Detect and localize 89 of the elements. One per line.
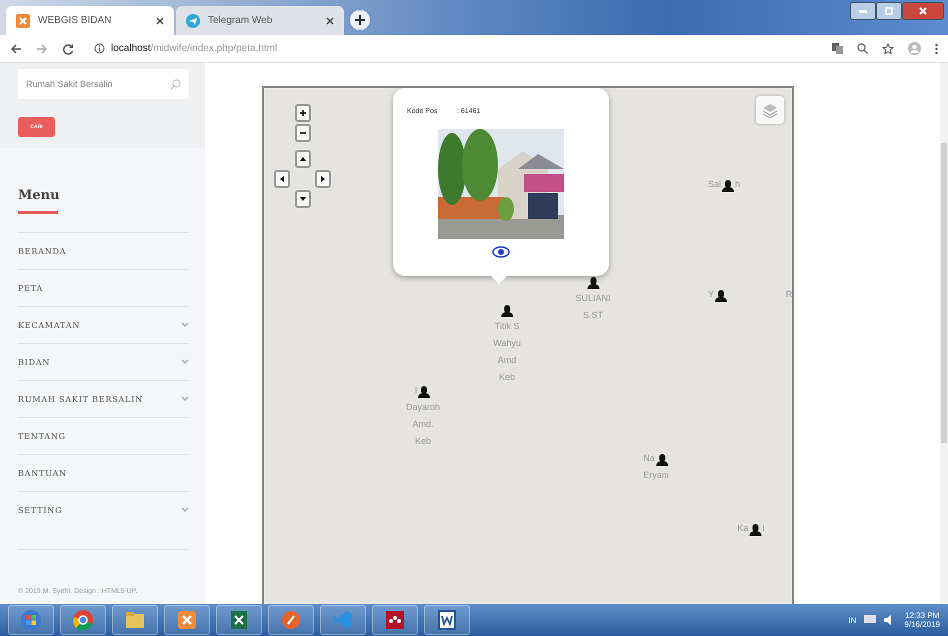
search-field[interactable]: Rumah Sakit Bersalin [18, 69, 189, 99]
marker-label: Amd [498, 354, 516, 367]
layers-icon [762, 102, 778, 118]
marker-label: i [762, 522, 764, 535]
marker-label: R [786, 288, 792, 301]
maximize-button[interactable] [876, 2, 902, 20]
pan-right-button[interactable] [315, 170, 331, 188]
marker-label: Wahyu [493, 337, 521, 350]
close-icon [919, 7, 927, 15]
maximize-icon [885, 7, 893, 15]
marker-label: Keb [498, 371, 515, 384]
menu-item[interactable]: BERANDA [18, 232, 189, 269]
star-icon[interactable] [882, 42, 894, 54]
person-marker-icon[interactable] [654, 453, 669, 467]
chrome-icon [72, 609, 94, 631]
clock[interactable]: 12:33 PM 9/16/2019 [904, 611, 940, 629]
marker-label: Dayaroh [406, 401, 440, 414]
browser-tab[interactable]: WEBGIS BIDAN [6, 6, 174, 35]
paper-plane-icon [186, 14, 200, 28]
spreadsheet-icon [228, 609, 250, 631]
menu-heading: Menu [18, 188, 61, 203]
back-icon[interactable] [10, 42, 22, 54]
app-icon [280, 609, 302, 631]
minimize-icon [859, 10, 867, 12]
taskbar-button[interactable] [60, 605, 106, 635]
document-icon [436, 609, 458, 631]
plus-icon [355, 15, 365, 25]
translate-icon[interactable] [832, 43, 843, 54]
menu-item[interactable]: TENTANG [18, 417, 189, 454]
code-editor-icon [332, 609, 354, 631]
eye-icon[interactable] [492, 245, 510, 259]
menu-icon[interactable] [935, 42, 938, 54]
xampp-icon [176, 609, 198, 631]
pan-down-button[interactable] [295, 190, 311, 208]
taskbar-button[interactable] [216, 605, 262, 635]
reload-icon[interactable] [62, 42, 74, 54]
marker-label: Na [643, 452, 655, 465]
marker-label: Keb [414, 435, 431, 448]
language-indicator[interactable]: IN [848, 616, 856, 624]
taskbar-button[interactable] [424, 605, 470, 635]
menu-item[interactable]: KECAMATAN [18, 306, 189, 343]
person-marker-icon[interactable] [500, 304, 514, 318]
app-icon [16, 14, 30, 28]
marker-label: h [735, 178, 740, 191]
marker-label: I [414, 384, 418, 397]
search-icon [170, 79, 181, 90]
person-marker-icon[interactable] [748, 523, 762, 537]
browser-tab[interactable]: Telegram Web [176, 6, 344, 35]
menu-item[interactable]: RUMAH SAKIT BERSALIN [18, 380, 189, 417]
zoom-in-button[interactable] [295, 104, 311, 122]
taskbar-button[interactable] [164, 605, 210, 635]
marker-label: Eryani [643, 469, 669, 482]
marker-label: SULIANI [576, 292, 610, 305]
menu-item[interactable]: PETA [18, 269, 189, 306]
pan-up-button[interactable] [295, 150, 311, 168]
person-marker-icon[interactable] [417, 385, 432, 399]
minus-icon [300, 130, 306, 136]
zoom-out-button[interactable] [295, 124, 311, 142]
person-marker-icon[interactable] [714, 289, 728, 303]
marker-label: Titik S [494, 320, 520, 333]
marker-label: Amd. [412, 418, 434, 431]
marker-label: S.ST [583, 309, 603, 322]
person-marker-icon[interactable] [586, 276, 600, 290]
plus-icon [300, 110, 306, 116]
marker-label: Ka [738, 522, 748, 535]
close-button[interactable] [902, 2, 944, 20]
person-marker-icon[interactable] [721, 179, 735, 193]
triangle-left-icon [279, 176, 285, 182]
taskbar-button[interactable] [372, 605, 418, 635]
marker-label: Sal [708, 178, 721, 191]
new-tab-button[interactable] [350, 10, 370, 30]
triangle-right-icon [320, 176, 326, 182]
triangle-up-icon [300, 156, 306, 162]
search-icon[interactable] [857, 43, 868, 54]
popup-pointer [491, 276, 507, 284]
windows-logo-icon [20, 609, 42, 631]
menu-item[interactable]: BIDAN [18, 343, 189, 380]
close-icon[interactable] [326, 16, 334, 24]
menu-item[interactable]: BANTUAN [18, 454, 189, 491]
folder-icon [124, 609, 146, 631]
info-icon[interactable] [94, 43, 105, 54]
close-icon[interactable] [156, 16, 164, 24]
marker-label: Y [708, 288, 714, 301]
menu-item[interactable]: SETTING [18, 491, 189, 528]
pan-left-button[interactable] [274, 170, 290, 188]
address-bar[interactable]: localhost/midwife/index.php/peta.html [88, 38, 818, 59]
triangle-down-icon [300, 196, 306, 202]
url-text: localhost/midwife/index.php/peta.html [111, 43, 278, 54]
minimize-button[interactable] [850, 2, 876, 20]
